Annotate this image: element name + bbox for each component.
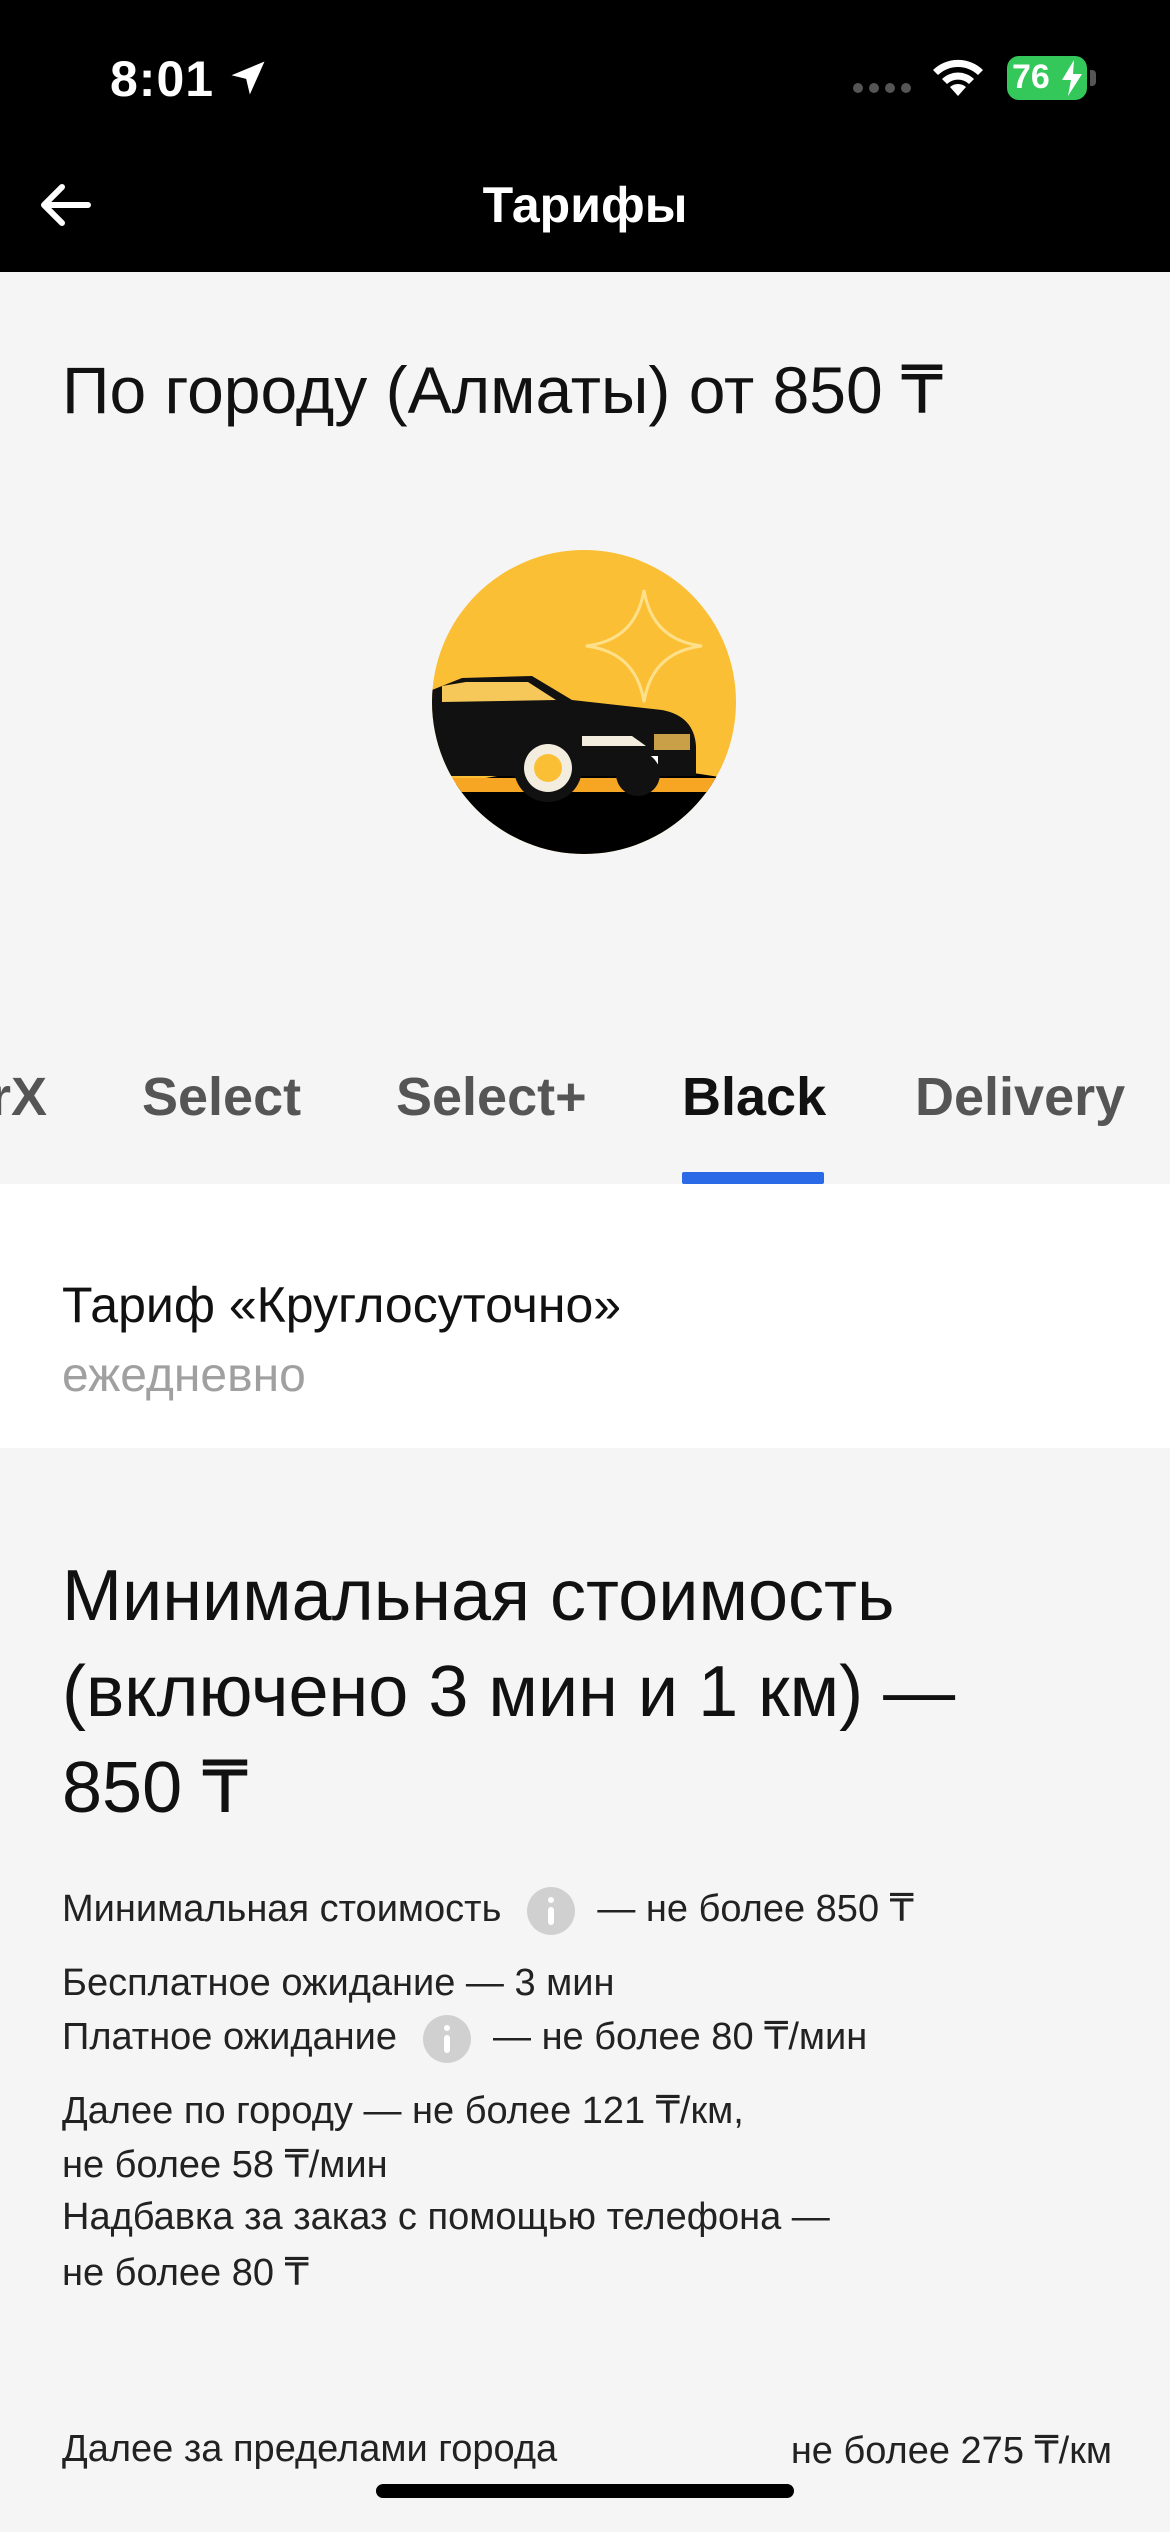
tariff-name: Тариф «Круглосуточно» xyxy=(62,1277,622,1333)
outside-city-value: не более 275 ₸/км xyxy=(790,2430,1112,2472)
active-tab-indicator xyxy=(682,1172,824,1184)
tab-delivery[interactable]: Delivery xyxy=(915,1066,1125,1128)
paid-wait-label: Платное ожидание xyxy=(62,2016,398,2058)
min-cost-label: Минимальная стоимость xyxy=(62,1888,502,1930)
tariff-schedule: ежедневно xyxy=(62,1349,306,1402)
phone-fee-line-1: Надбавка за заказ с помощью телефона — xyxy=(62,2196,830,2238)
tariff-section: Тариф «Круглосуточно» ежедневно xyxy=(0,1184,1170,1448)
info-icon[interactable] xyxy=(527,1886,576,1935)
min-cost-line: Минимальная стоимость — не более 850 ₸ xyxy=(62,1886,914,1935)
details-section: Минимальная стоимость (включено 3 мин и … xyxy=(0,1448,1170,2532)
battery-level: 76 xyxy=(1012,58,1050,96)
status-time: 8:01 xyxy=(110,51,215,107)
nav-title: Тарифы xyxy=(482,177,688,233)
min-cost-value: — не более 850 ₸ xyxy=(597,1888,914,1930)
home-indicator[interactable] xyxy=(376,2484,794,2498)
paid-wait-line: Платное ожидание — не более 80 ₸/мин xyxy=(62,2014,867,2063)
tab-select-plus[interactable]: Select+ xyxy=(396,1066,587,1128)
location-arrow-icon xyxy=(231,61,265,95)
charging-bolt-icon xyxy=(1062,60,1082,96)
tariff-tabs: rX Select Select+ Black Delivery xyxy=(0,1030,1170,1184)
paid-wait-value: — не более 80 ₸/мин xyxy=(493,2016,868,2058)
tab-black[interactable]: Black xyxy=(682,1066,826,1128)
signal-icon xyxy=(853,83,911,93)
black-car-illustration xyxy=(432,550,736,854)
free-wait-line: Бесплатное ожидание — 3 мин xyxy=(62,1962,615,2004)
battery-cap xyxy=(1090,70,1096,86)
min-cost-title: Минимальная стоимость (включено 3 мин и … xyxy=(62,1556,956,1828)
tab-rx[interactable]: rX xyxy=(0,1066,47,1128)
tab-select[interactable]: Select xyxy=(142,1066,301,1128)
info-icon[interactable] xyxy=(423,2014,472,2063)
city-rate-line-2: не более 58 ₸/мин xyxy=(62,2144,388,2186)
city-rate-line-1: Далее по городу — не более 121 ₸/км, xyxy=(62,2090,744,2132)
outside-city-label: Далее за пределами города xyxy=(62,2428,558,2470)
phone-fee-line-2: не более 80 ₸ xyxy=(62,2252,309,2294)
wifi-icon xyxy=(933,59,983,96)
city-title: По городу (Алматы) от 850 ₸ xyxy=(62,353,944,427)
top-bar: 8:01 76 Тарифы xyxy=(0,0,1170,272)
